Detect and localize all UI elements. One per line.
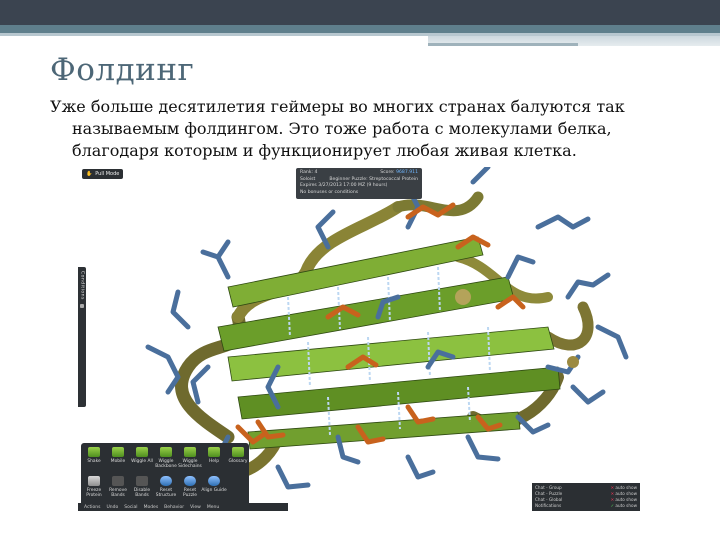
chat-toggle[interactable]: auto show (615, 485, 637, 490)
mobile-icon (112, 447, 124, 457)
close-icon[interactable]: ✕ (611, 485, 615, 490)
tool-remove-bands[interactable]: Remove Bands (105, 476, 131, 498)
header-band (0, 0, 720, 25)
beta-sheets (217, 236, 561, 450)
conditions-text[interactable]: No bonuses or conditions (300, 190, 418, 197)
close-icon[interactable]: ✕ (611, 491, 615, 496)
tool-help[interactable]: Help (201, 447, 227, 464)
header-accent-line (428, 43, 578, 46)
help-icon (208, 447, 220, 457)
menu-modes[interactable]: Modes (144, 505, 159, 510)
score-value: 9687.911 (396, 170, 418, 175)
chat-toggle[interactable]: auto show (615, 497, 637, 502)
tool-glossary[interactable]: Glossary (225, 447, 251, 464)
chat-toggle[interactable]: auto show (615, 491, 637, 496)
remove-bands-icon (112, 476, 124, 486)
chat-name: Notifications (535, 503, 562, 508)
tool-disable-bands[interactable]: Disable Bands (129, 476, 155, 498)
menu-menu[interactable]: Menu (207, 505, 219, 510)
hand-icon: ✋ (86, 171, 93, 177)
slide-title: Фолдинг (50, 52, 195, 88)
score-panel: Rank: 4 Score: 9687.911 Soloist Beginner… (296, 168, 422, 199)
chat-panel: Chat - Group ✕ auto show Chat - Puzzle ✕ a… (532, 483, 640, 511)
tool-label: Disable Bands (133, 488, 151, 498)
menu-undo[interactable]: Undo (106, 505, 118, 510)
ligand-atom (455, 289, 471, 305)
tool-label: Wiggle All (131, 459, 153, 464)
menu-view[interactable]: View (190, 505, 201, 510)
slide-body-text: Уже больше десятилетия геймеры во многих… (50, 97, 625, 160)
loop-atom (567, 356, 579, 368)
menu-actions[interactable]: Actions (84, 505, 100, 510)
actions-toolbox: Shake Mobile Wiggle All Wiggle Backbone … (81, 443, 249, 509)
tool-label: Reset Puzzle (183, 488, 197, 498)
tool-label: Mobile (110, 459, 126, 464)
glossary-icon (232, 447, 244, 457)
check-icon[interactable]: ✓ (611, 503, 615, 508)
tool-wiggle-backbone[interactable]: Wiggle Backbone (153, 447, 179, 469)
wiggle-backbone-icon (160, 447, 172, 457)
wiggle-sidechains-icon (184, 447, 196, 457)
tool-reset-structure[interactable]: Reset Structure (153, 476, 179, 498)
chat-row-notifications[interactable]: Notifications ✓ auto show (535, 503, 637, 509)
score-label: Score: (380, 170, 395, 175)
tool-reset-puzzle[interactable]: Reset Puzzle (177, 476, 203, 498)
shake-icon (88, 447, 100, 457)
menu-behavior[interactable]: Behavior (164, 505, 184, 510)
tool-wiggle-all[interactable]: Wiggle All (129, 447, 155, 464)
tool-label: Reset Structure (155, 488, 177, 498)
align-guide-icon (208, 476, 220, 486)
menu-social[interactable]: Social (124, 505, 137, 510)
tool-label: Help (208, 459, 219, 464)
tool-label: Shake (87, 459, 101, 464)
tool-label: Wiggle Backbone (155, 459, 177, 469)
wiggle-all-icon (136, 447, 148, 457)
tool-shake[interactable]: Shake (81, 447, 107, 464)
tool-align-guide[interactable]: Align Guide (201, 476, 227, 493)
chat-toggle[interactable]: auto show (615, 503, 637, 508)
header-band-teal (0, 25, 720, 33)
side-tab-icon (80, 303, 84, 308)
tool-label: Glossary (228, 459, 248, 464)
tool-label: Wiggle Sidechains (178, 459, 202, 469)
tool-label: Remove Bands (109, 488, 127, 498)
conditions-side-tab[interactable]: Conditions (78, 267, 86, 407)
reset-structure-icon (160, 476, 172, 486)
tool-label: Freeze Protein (86, 488, 102, 498)
tool-label: Align Guide (201, 488, 227, 493)
tool-freeze-protein[interactable]: Freeze Protein (81, 476, 107, 498)
bottom-menu-bar: Actions Undo Social Modes Behavior View … (78, 503, 288, 511)
tool-mobile[interactable]: Mobile (105, 447, 131, 464)
foldit-screenshot: ✋ Pull Mode Rank: 4 Score: 9687.911 Solo… (78, 167, 640, 511)
side-tab-label: Conditions (79, 271, 85, 300)
reset-puzzle-icon (184, 476, 196, 486)
freeze-icon (88, 476, 100, 486)
disable-bands-icon (136, 476, 148, 486)
pull-mode-button[interactable]: ✋ Pull Mode (82, 169, 124, 179)
close-icon[interactable]: ✕ (611, 497, 615, 502)
pull-mode-label: Pull Mode (95, 171, 120, 177)
tool-wiggle-sidechains[interactable]: Wiggle Sidechains (177, 447, 203, 469)
